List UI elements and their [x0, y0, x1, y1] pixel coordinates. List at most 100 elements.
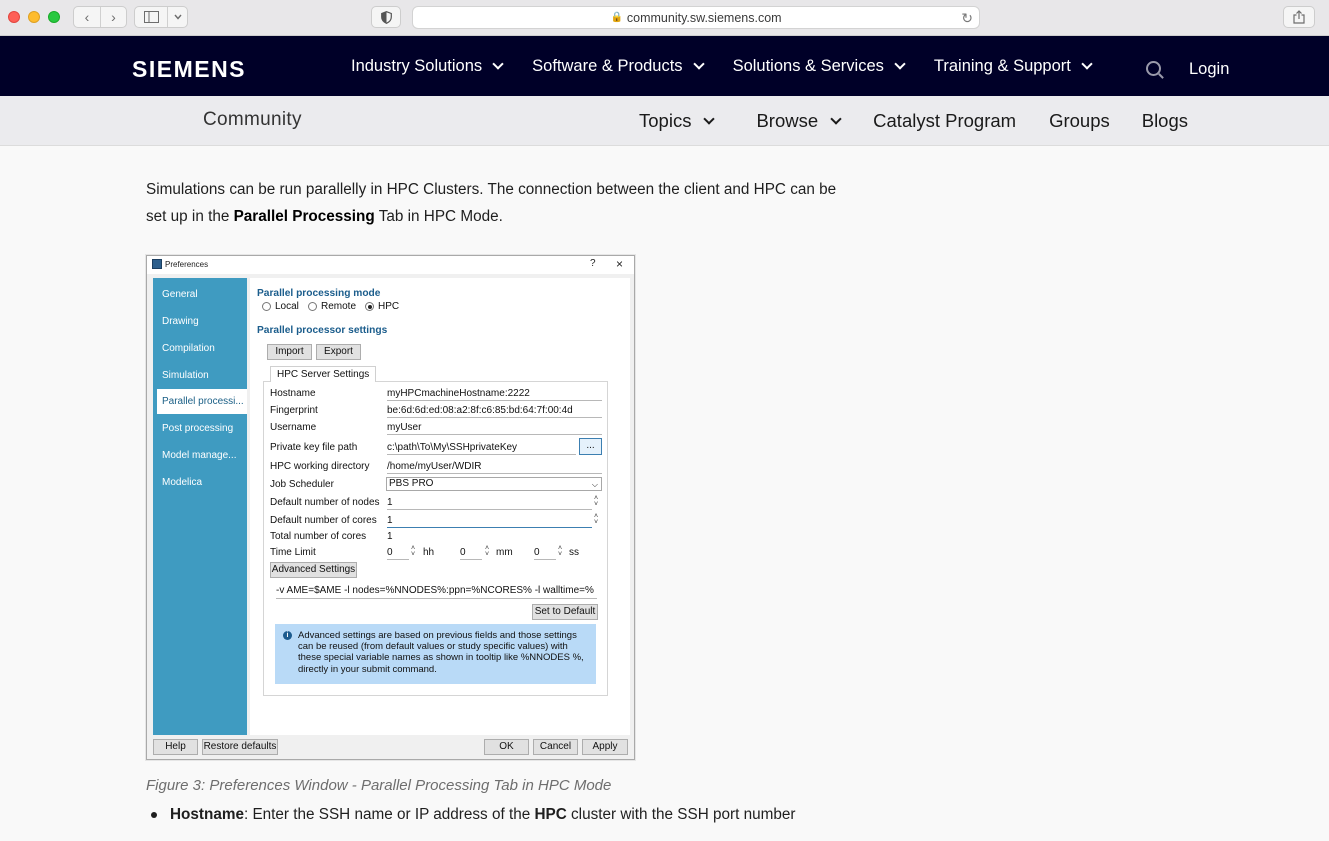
nav-solutions-services[interactable]: Solutions & Services: [732, 56, 906, 76]
scheduler-value: PBS PRO: [389, 478, 434, 489]
import-button[interactable]: Import: [267, 344, 312, 360]
bullet-icon: [151, 812, 157, 818]
sidebar-item-parallel-processing[interactable]: Parallel processi...: [157, 389, 247, 414]
fingerprint-field[interactable]: be:6d:6d:ed:08:a2:8f:c6:85:bd:64:7f:00:4…: [387, 404, 602, 418]
close-window-button[interactable]: [8, 11, 20, 23]
nav-software-products[interactable]: Software & Products: [532, 57, 705, 76]
chevron-down-icon: [830, 112, 842, 125]
paragraph-text: Tab in HPC Mode.: [374, 208, 503, 225]
tab-hpc-server-settings[interactable]: HPC Server Settings: [270, 366, 377, 382]
share-icon[interactable]: [1283, 6, 1315, 28]
nav-label: Training & Support: [933, 56, 1071, 75]
close-icon[interactable]: ×: [616, 257, 623, 271]
apply-button[interactable]: Apply: [582, 739, 628, 755]
advanced-settings-button[interactable]: Advanced Settings: [270, 562, 357, 578]
radio-label: HPC: [378, 301, 400, 312]
keypath-field[interactable]: c:\path\To\My\SSHprivateKey: [387, 441, 576, 455]
seconds-field[interactable]: 0: [534, 546, 556, 560]
keypath-label: Private key file path: [270, 442, 358, 453]
submit-command-field[interactable]: -v AME=$AME -l nodes=%NNODES%:ppn=%NCORE…: [276, 585, 597, 599]
cancel-button[interactable]: Cancel: [533, 739, 578, 755]
address-bar[interactable]: 🔒 community.sw.siemens.com ↻: [412, 6, 980, 29]
radio-circle-selected: [365, 302, 374, 311]
sidebar-item-general[interactable]: General: [153, 282, 247, 307]
settings-header: Parallel processor settings: [257, 325, 388, 336]
sidebar-item-modelica[interactable]: Modelica: [153, 470, 247, 495]
paragraph-bold: Parallel Processing: [233, 208, 375, 225]
subnav-browse[interactable]: Browse: [756, 110, 842, 132]
chevron-down-icon[interactable]: [167, 7, 187, 27]
hostname-field[interactable]: myHPCmachineHostname:2222: [387, 387, 602, 401]
history-nav: ‹ ›: [73, 6, 127, 28]
help-icon[interactable]: ?: [590, 258, 596, 269]
hours-field[interactable]: 0: [387, 546, 409, 560]
subnav-catalyst-program[interactable]: Catalyst Program: [873, 110, 1016, 132]
bullet-item-hostname: Hostname: Enter the SSH name or IP addre…: [170, 803, 795, 827]
nodes-field[interactable]: 1: [387, 496, 592, 510]
nodes-stepper-icon[interactable]: ˄ ˅: [594, 495, 598, 508]
chevron-down-icon: [1081, 57, 1093, 70]
paragraph-text: set up in the: [146, 208, 234, 225]
url-text: community.sw.siemens.com: [626, 10, 782, 25]
login-link[interactable]: Login: [1189, 60, 1229, 79]
cores-field[interactable]: 1: [387, 514, 592, 528]
minimize-window-button[interactable]: [28, 11, 40, 23]
browser-toolbar: ‹ › 🔒 community.sw.siemens.com ↻: [0, 0, 1329, 36]
cores-stepper-icon[interactable]: ˄ ˅: [594, 513, 598, 526]
radio-local[interactable]: Local: [262, 301, 299, 312]
help-button[interactable]: Help: [153, 739, 198, 755]
radio-hpc[interactable]: HPC: [365, 301, 399, 312]
hours-stepper-icon[interactable]: ˄ ˅: [411, 545, 415, 558]
sidebar-item-compilation[interactable]: Compilation: [153, 336, 247, 361]
radio-label: Remote: [321, 301, 357, 312]
scheduler-select[interactable]: PBS PRO ⌵: [386, 477, 602, 491]
subnav-label: Topics: [639, 110, 692, 131]
seconds-unit: ss: [569, 547, 579, 558]
total-cores-value: 1: [387, 531, 393, 542]
seconds-stepper-icon[interactable]: ˄ ˅: [558, 545, 562, 558]
advanced-info-box: i Advanced settings are based on previou…: [275, 624, 596, 684]
info-text: Advanced settings are based on previous …: [298, 630, 584, 675]
subnav-topics[interactable]: Topics: [639, 110, 716, 132]
ok-button[interactable]: OK: [484, 739, 529, 755]
nav-industry-solutions[interactable]: Industry Solutions: [351, 57, 504, 76]
back-icon[interactable]: ‹: [74, 7, 100, 27]
minutes-stepper-icon[interactable]: ˄ ˅: [485, 545, 489, 558]
chevron-down-icon: ⌵: [591, 480, 598, 489]
sidebar-item-model-management[interactable]: Model manage...: [153, 443, 247, 468]
sidebar-toggle-group: [134, 6, 188, 28]
sidebar-item-drawing[interactable]: Drawing: [153, 309, 247, 334]
set-to-default-button[interactable]: Set to Default: [532, 604, 598, 620]
subnav-groups[interactable]: Groups: [1049, 110, 1110, 132]
workdir-field[interactable]: /home/myUser/WDIR: [387, 460, 602, 474]
username-field[interactable]: myUser: [387, 421, 602, 435]
sidebar-item-simulation[interactable]: Simulation: [153, 363, 247, 388]
privacy-shield-icon[interactable]: [371, 6, 401, 28]
sidebar-item-post-processing[interactable]: Post processing: [153, 416, 247, 441]
forward-icon[interactable]: ›: [100, 7, 126, 27]
search-icon[interactable]: [1146, 61, 1161, 76]
browse-key-button[interactable]: ...: [579, 438, 602, 455]
sidebar-icon[interactable]: [135, 7, 167, 27]
nav-training-support[interactable]: Training & Support: [933, 56, 1093, 76]
export-button[interactable]: Export: [316, 344, 361, 360]
radio-circle: [308, 302, 317, 311]
minutes-field[interactable]: 0: [460, 546, 482, 560]
community-menu: Topics Browse Catalyst Program Groups Bl…: [639, 96, 1188, 146]
community-title[interactable]: Community: [203, 109, 302, 131]
siemens-logo[interactable]: SIEMENS: [132, 56, 246, 83]
parallel-processing-panel: Parallel processing mode Local Remote HP…: [250, 278, 630, 735]
subnav-blogs[interactable]: Blogs: [1142, 110, 1188, 132]
radio-remote[interactable]: Remote: [308, 301, 356, 312]
bullet-term: Hostname: [170, 806, 244, 823]
hostname-label: Hostname: [270, 388, 316, 399]
nav-label: Solutions & Services: [732, 56, 884, 75]
username-label: Username: [270, 422, 317, 433]
reload-icon[interactable]: ↻: [961, 10, 973, 27]
fingerprint-label: Fingerprint: [270, 405, 318, 416]
chevron-down-icon: [692, 57, 705, 70]
bullet-text: cluster with the SSH port number: [566, 806, 796, 823]
chevron-down-icon: [703, 112, 716, 125]
zoom-window-button[interactable]: [48, 11, 60, 23]
restore-defaults-button[interactable]: Restore defaults: [202, 739, 278, 755]
